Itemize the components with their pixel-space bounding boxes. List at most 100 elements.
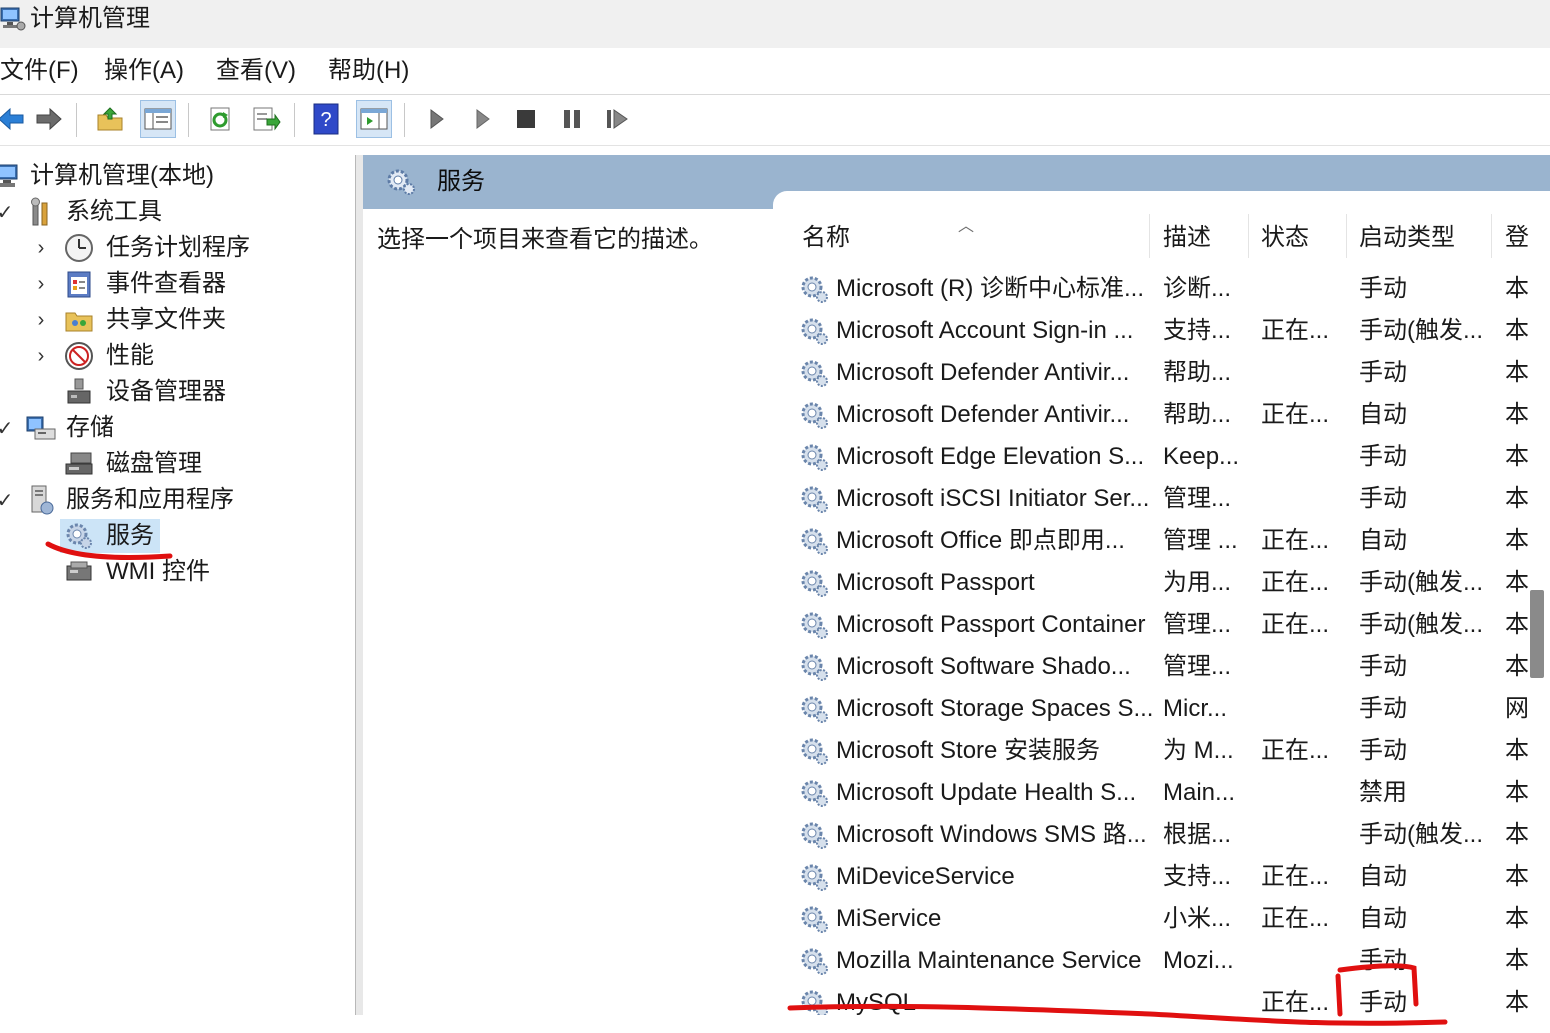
toolbar-separator [404,103,405,137]
service-gear-icon [798,777,830,809]
service-startup-type: 自动 [1359,401,1407,428]
expand-chevron-icon[interactable]: › [30,339,52,373]
expand-chevron-icon[interactable]: › [30,303,52,337]
export-list-icon[interactable] [248,100,284,138]
toolbar-separator [76,103,77,137]
service-gear-icon [798,483,830,515]
service-status [1261,772,1351,814]
service-description: 小米... [1163,905,1232,932]
services-header-title: 服务 [437,168,485,195]
service-gear-icon [798,987,830,1015]
tree-item-services-applications[interactable]: ✓ 服务和应用程序 [0,483,355,517]
column-header-name[interactable]: 名称 [802,218,850,258]
column-divider[interactable] [1248,214,1249,258]
column-header-logon[interactable]: 登 [1505,218,1529,258]
service-description: Mozi... [1163,947,1234,974]
tree-item-services[interactable]: 服务 [60,519,160,553]
service-status: 正在... [1261,611,1330,638]
service-description: 管理... [1163,653,1232,680]
service-name: MiDeviceService [836,863,1015,890]
service-description: Keep... [1163,443,1240,470]
service-status [1261,352,1351,394]
column-header-startup-type[interactable]: 启动类型 [1359,218,1455,258]
tree-item-task-scheduler[interactable]: › 任务计划程序 [0,231,355,265]
column-divider[interactable] [1491,214,1492,258]
table-row[interactable]: Microsoft iSCSI Initiator Ser... 管理... 手动 本 [788,478,1550,520]
table-row[interactable]: Microsoft Defender Antivir... 帮助... 手动 本 [788,352,1550,394]
menu-view[interactable]: 查看(V) [216,56,296,86]
column-divider[interactable] [1346,214,1347,258]
table-row[interactable]: Microsoft Storage Spaces S... Micr... 手动 网 [788,688,1550,730]
service-gear-icon [798,525,830,557]
service-logon-as: 本 [1505,863,1529,890]
menu-file[interactable]: 文件(F) [0,56,79,86]
collapse-chevron-icon[interactable]: ✓ [0,411,16,445]
collapse-chevron-icon[interactable]: ✓ [0,483,16,517]
up-folder-icon[interactable] [92,100,128,138]
tree-item-computer-management[interactable]: 计算机管理(本地) [0,159,355,193]
help-icon[interactable]: ? [308,100,344,138]
start-service-icon[interactable] [418,100,454,138]
tree-item-shared-folders[interactable]: › 共享文件夹 [0,303,355,337]
service-name: Microsoft Defender Antivir... [836,359,1130,386]
show-action-pane-icon[interactable] [356,100,392,138]
table-row[interactable]: Microsoft Passport 为用... 正在... 手动(触发... 本 [788,562,1550,604]
show-hide-tree-icon[interactable] [140,100,176,138]
table-row[interactable]: MySQL 正在... 手动 本 [788,982,1550,1015]
refresh-icon[interactable] [202,100,238,138]
service-name: Microsoft Storage Spaces S... [836,695,1154,722]
service-name: Mozilla Maintenance Service [836,947,1142,974]
service-description: Micr... [1163,695,1227,722]
tree-item-wmi-control[interactable]: WMI 控件 [0,555,355,589]
service-startup-type: 手动 [1359,443,1407,470]
table-row[interactable]: Microsoft Account Sign-in ... 支持... 正在... 手… [788,310,1550,352]
table-row[interactable]: Microsoft Passport Container 管理... 正在... 手动… [788,604,1550,646]
tree-item-label: 磁盘管理 [106,450,202,477]
service-logon-as: 本 [1505,275,1529,302]
tree-item-disk-management[interactable]: 磁盘管理 [0,447,355,481]
back-icon[interactable] [0,100,30,138]
table-row[interactable]: Microsoft Windows SMS 路... 根据... 手动(触发... 本 [788,814,1550,856]
table-row[interactable]: MiService 小米... 正在... 自动 本 [788,898,1550,940]
table-row[interactable]: Microsoft Defender Antivir... 帮助... 正在... 自… [788,394,1550,436]
menu-help[interactable]: 帮助(H) [328,56,409,86]
service-startup-type: 手动(触发... [1359,821,1483,848]
table-row[interactable]: MiDeviceService 支持... 正在... 自动 本 [788,856,1550,898]
service-startup-type: 手动(触发... [1359,569,1483,596]
restart-service-icon[interactable] [600,100,636,138]
tree-item-event-viewer[interactable]: › 事件查看器 [0,267,355,301]
table-row[interactable]: Microsoft Software Shado... 管理... 手动本 [788,646,1550,688]
column-divider[interactable] [1149,214,1150,258]
service-description: 诊断... [1163,275,1232,302]
column-header-description[interactable]: 描述 [1163,218,1211,258]
table-row[interactable]: Microsoft Update Health S... Main... 禁用 本 [788,772,1550,814]
tree-item-label: 服务 [106,522,154,549]
expand-chevron-icon[interactable]: › [30,231,52,265]
tree-item-label: 服务和应用程序 [66,486,234,513]
table-row[interactable]: Microsoft (R) 诊断中心标准... 诊断... 手动 本 [788,268,1550,310]
service-startup-type: 自动 [1359,863,1407,890]
tree-item-system-tools[interactable]: ✓ 系统工具 [0,195,355,229]
menu-action[interactable]: 操作(A) [104,56,184,86]
service-logon-as: 本 [1505,443,1529,470]
start-service-alt-icon[interactable] [464,100,500,138]
tree-item-storage[interactable]: ✓ 存储 [0,411,355,445]
tree-item-performance[interactable]: › 性能 [0,339,355,373]
pane-splitter[interactable] [356,155,363,1015]
tree-item-device-manager[interactable]: 设备管理器 [0,375,355,409]
expand-chevron-icon[interactable]: › [30,267,52,301]
service-startup-type: 手动 [1359,737,1407,764]
column-header-status[interactable]: 状态 [1261,218,1309,258]
service-logon-as: 本 [1505,527,1529,554]
services-gear-icon [385,167,419,202]
service-name: MiService [836,905,942,932]
stop-service-icon[interactable] [508,100,544,138]
forward-icon[interactable] [30,100,66,138]
vertical-scrollbar-thumb[interactable] [1530,590,1544,678]
table-row[interactable]: Microsoft Store 安装服务 为 M... 正在... 手动 本 [788,730,1550,772]
collapse-chevron-icon[interactable]: ✓ [0,195,16,229]
table-row[interactable]: Microsoft Edge Elevation S... Keep... 手动 本 [788,436,1550,478]
table-row[interactable]: Microsoft Office 即点即用... 管理 ... 正在... 自动 本 [788,520,1550,562]
table-row[interactable]: Mozilla Maintenance Service Mozi... 手动 本 [788,940,1550,982]
pause-service-icon[interactable] [554,100,590,138]
